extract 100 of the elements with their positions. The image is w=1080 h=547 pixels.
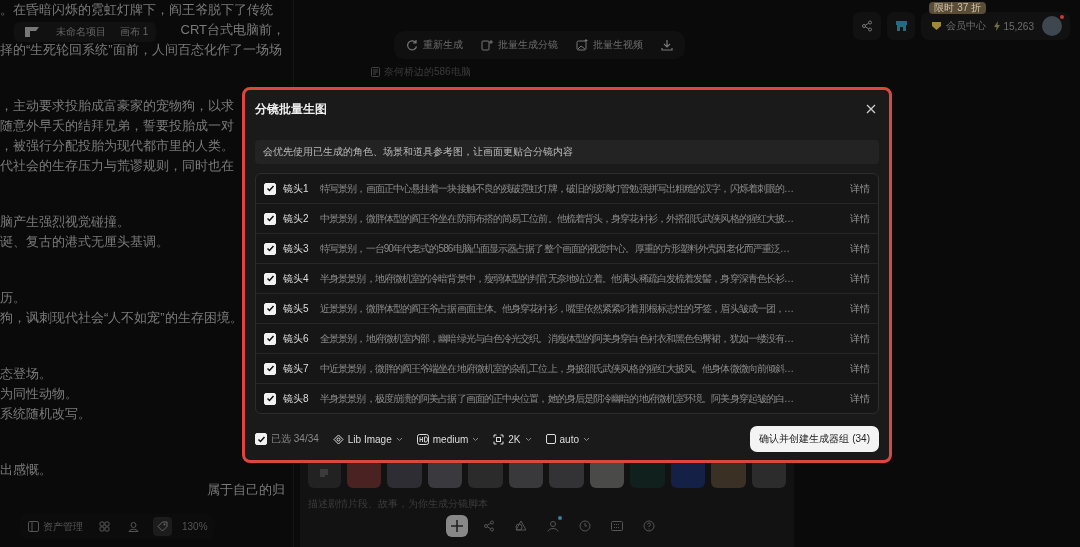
story-text: 系统随机改写。: [0, 405, 91, 423]
story-text: 历。: [0, 289, 26, 307]
story-text: ，主动要求投胎成富豪家的宠物狗，以求: [0, 97, 234, 115]
details-link[interactable]: 详情: [850, 301, 870, 316]
member-center-link[interactable]: 会员中心: [931, 19, 987, 33]
share-icon: [861, 20, 874, 32]
checkbox[interactable]: [264, 332, 276, 345]
model-icon: [332, 433, 344, 445]
shot-row[interactable]: 镜头5 近景景别，微胖体型的阎王爷占据画面主体。他身穿花衬衫，嘴里依然紧紧叼着那根标志性的牙签，眉头皱成一团，… 详情: [256, 294, 878, 324]
tool-button[interactable]: [446, 515, 468, 537]
shot-label: 镜头5: [283, 301, 310, 316]
checkbox[interactable]: [264, 392, 276, 405]
details-link[interactable]: 详情: [850, 361, 870, 376]
download-button[interactable]: [661, 39, 673, 51]
details-link[interactable]: 详情: [850, 241, 870, 256]
help-icon: [643, 520, 655, 532]
person-icon: [547, 520, 559, 532]
notice-text: 会优先使用已生成的角色、场景和道具参考图，让画面更贴合分镜内容: [255, 140, 879, 164]
story-text: 。在昏暗闪烁的霓虹灯牌下，阎王爷脱下了传统: [0, 1, 273, 19]
shot-row[interactable]: 镜头2 中景景别，微胖体型的阎王爷坐在防雨布搭的简易工位前。他梳着背头，身穿花衬衫，外搭邵氏武侠风格的猩红大披… 详情: [256, 204, 878, 234]
square-icon: [545, 434, 556, 444]
dialog-title: 分镜批量生图: [255, 100, 327, 118]
option-dropdown[interactable]: Lib Image: [332, 433, 403, 445]
list-icon: [319, 468, 330, 478]
shot-description: 特写景别，一台90年代老式的586电脑凸面显示器占据了整个画面的视觉中心。厚重的方形塑料外壳因老化而严重泛…: [320, 241, 790, 256]
caret-icon: [524, 436, 532, 442]
caret-icon: [395, 436, 403, 442]
toolbar-button[interactable]: 重新生成: [406, 38, 463, 52]
shot-description: 半身景景别，极度崩溃的阿美占据了画面的正中央位置，她的身后是阴冷幽暗的地府微机室环境。阿美身穿起皱的白…: [320, 391, 794, 406]
select-all-checkbox[interactable]: [255, 433, 267, 445]
checkbox[interactable]: [264, 212, 276, 225]
shot-row[interactable]: 镜头3 特写景别，一台90年代老式的586电脑凸面显示器占据了整个画面的视觉中心。厚重的方形塑料外壳因老化而严重泛… 详情: [256, 234, 878, 264]
details-link[interactable]: 详情: [850, 211, 870, 226]
shot-description: 半身景景别，地府微机室的冷暗背景中，瘦弱体型的判官无奈地站立着。他满头稀疏白发梳着发髻，身穿深青色长衫…: [320, 271, 794, 286]
shot-label: 镜头8: [283, 391, 310, 406]
store-icon: [894, 20, 908, 32]
story-text: CRT台式电脑前，: [180, 21, 285, 39]
story-text: 态登场。: [0, 365, 52, 383]
shot-description: 近景景别，微胖体型的阎王爷占据画面主体。他身穿花衬衫，嘴里依然紧紧叼着那根标志性的牙签，眉头皱成一团，…: [320, 301, 794, 316]
checkbox[interactable]: [264, 302, 276, 315]
shot-label: 镜头2: [283, 211, 310, 226]
shot-row[interactable]: 镜头7 中近景景别，微胖的阎王爷端坐在地府微机室的杂乱工位上，身披邵氏武侠风格的猩红大披风。他身体微微向前倾斜… 详情: [256, 354, 878, 384]
details-link[interactable]: 详情: [850, 391, 870, 406]
store-button[interactable]: [887, 12, 916, 40]
option-dropdown[interactable]: 2K: [493, 433, 532, 445]
gem-icon: [931, 21, 943, 31]
story-text: 为同性动物。: [0, 385, 78, 403]
credits-count: 15,263: [994, 20, 1034, 32]
option-dropdown[interactable]: medium: [416, 433, 480, 445]
shot-row[interactable]: 镜头6 全景景别，地府微机室内部，幽暗绿光与白色冷光交织。消瘦体型的阿美身穿白色衬衣和黑色包臀裙，犹如一缕没有… 详情: [256, 324, 878, 354]
panel-icon: [28, 521, 39, 532]
logo-icon: [22, 25, 42, 39]
checkbox[interactable]: [264, 182, 276, 195]
story-text: 代社会的生存压力与荒谬规则，同时也在: [0, 157, 234, 175]
storyboard-icon: [481, 39, 493, 51]
shot-row[interactable]: 镜头4 半身景景别，地府微机室的冷暗背景中，瘦弱体型的判官无奈地站立着。他满头稀疏白发梳着发髻，身穿深青色长衫… 详情: [256, 264, 878, 294]
story-text: 诞、复古的港式无厘头基调。: [0, 233, 169, 251]
story-text: ，被强行分配投胎为现代都市里的人类。: [0, 137, 234, 155]
story-text: 脑产生强烈视觉碰撞。: [0, 213, 130, 231]
person-icon: [128, 521, 139, 532]
frame-icon: [493, 433, 505, 445]
toolbar-button[interactable]: 批量生成分镜: [481, 38, 558, 52]
details-link[interactable]: 详情: [850, 331, 870, 346]
shot-label: 镜头6: [283, 331, 310, 346]
clock-icon: [579, 520, 591, 532]
shot-label: 镜头4: [283, 271, 310, 286]
shot-row[interactable]: 镜头8 半身景景别，极度崩溃的阿美占据了画面的正中央位置，她的身后是阴冷幽暗的地府微机室环境。阿美身穿起皱的白… 详情: [256, 384, 878, 413]
shot-description: 特写景别，画面正中心悬挂着一块接触不良的残破霓虹灯牌，破旧的玻璃灯管勉强拼写出粗糙的汉字，闪烁着刺眼的…: [320, 181, 794, 196]
download-icon: [661, 39, 673, 51]
checkbox[interactable]: [264, 362, 276, 375]
nodes-icon: [483, 520, 495, 532]
tag-icon: [157, 521, 168, 532]
hd-icon: [416, 433, 429, 445]
story-text: 随意外早夭的结拜兄弟，誓要投胎成一对: [0, 117, 234, 135]
shot-label: 镜头3: [283, 241, 310, 256]
close-icon: [866, 104, 876, 114]
option-dropdown[interactable]: auto: [545, 433, 590, 445]
details-link[interactable]: 详情: [850, 181, 870, 196]
toolbar-button[interactable]: 批量生视频: [576, 38, 643, 52]
shot-description: 中近景景别，微胖的阎王爷端坐在地府微机室的杂乱工位上，身披邵氏武侠风格的猩红大披风。他身体微微向前倾斜…: [320, 361, 794, 376]
story-text: 属于自己的归: [207, 481, 285, 499]
story-text: 出感慨。: [0, 461, 52, 479]
plus-icon: [450, 519, 464, 533]
promo-badge: 限时 37 折: [929, 2, 987, 14]
lightning-icon: [994, 21, 1001, 31]
shot-row[interactable]: 镜头1 特写景别，画面正中心悬挂着一块接触不良的残破霓虹灯牌，破旧的玻璃灯管勉强拼写出粗糙的汉字，闪烁着刺眼的… 详情: [256, 174, 878, 204]
share-button[interactable]: [853, 12, 882, 40]
shapes-icon: [515, 520, 527, 532]
selected-count: 已选 34/34: [271, 432, 319, 446]
checkbox[interactable]: [264, 272, 276, 285]
confirm-button[interactable]: 确认并创建生成器组 (34): [750, 426, 879, 452]
story-text: 择的“生死轮回系统”面前，人间百态化作了一场场: [0, 41, 282, 59]
caret-icon: [583, 436, 590, 442]
caret-icon: [472, 436, 480, 442]
shot-label: 镜头1: [283, 181, 310, 196]
checkbox[interactable]: [264, 242, 276, 255]
details-link[interactable]: 详情: [850, 271, 870, 286]
grid-icon: [99, 521, 110, 532]
document-icon: [371, 67, 380, 77]
shot-label: 镜头7: [283, 361, 310, 376]
